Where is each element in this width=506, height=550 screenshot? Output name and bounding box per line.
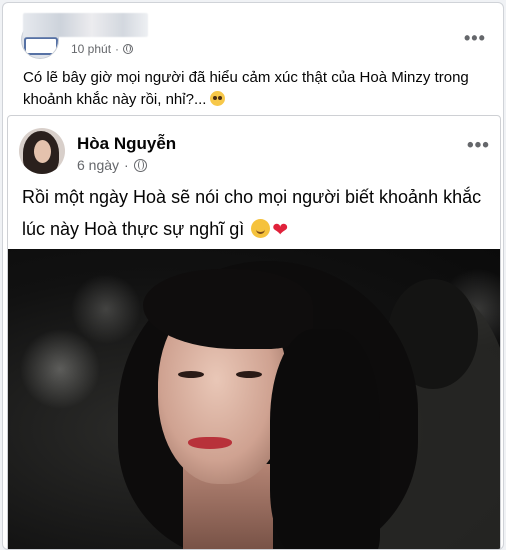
- photo-subject-lips: [188, 437, 232, 449]
- outer-post-caption: Có lẽ bây giờ mọi người đã hiểu cảm xúc …: [23, 69, 469, 108]
- outer-post-meta: 10 phút ·: [71, 42, 134, 56]
- pleading-face-emoji-icon: [210, 91, 226, 106]
- outer-post-card: 10 phút · ••• Có lẽ bây giờ mọi người đã…: [2, 2, 504, 550]
- outer-post-time[interactable]: 10 phút: [71, 42, 111, 56]
- post-photo[interactable]: [8, 249, 500, 549]
- photo-subject-hair-side: [270, 329, 380, 549]
- outer-post-text: Có lẽ bây giờ mọi người đã hiểu cảm xúc …: [23, 67, 483, 111]
- outer-more-options-button[interactable]: •••: [464, 29, 486, 47]
- shared-post-meta: 6 ngày ·: [77, 157, 147, 173]
- meta-separator: ·: [124, 157, 129, 173]
- photo-subject-eye-right: [236, 371, 262, 378]
- meta-separator: ·: [115, 42, 120, 56]
- shared-author-avatar[interactable]: [19, 128, 65, 174]
- shared-post-time[interactable]: 6 ngày: [77, 157, 119, 173]
- shared-author-name[interactable]: Hòa Nguyễn: [77, 134, 176, 154]
- shared-post-card[interactable]: Hòa Nguyễn 6 ngày · ••• Rồi một ngày Hoà…: [7, 115, 501, 549]
- shared-post-text: Rồi một ngày Hoà sẽ nói cho mọi người bi…: [22, 181, 492, 247]
- globe-icon: [123, 44, 134, 54]
- outer-author-name-redacted: [23, 13, 148, 37]
- smiling-face-emoji-icon: [251, 219, 271, 238]
- photo-subject-eye-left: [178, 371, 204, 378]
- globe-icon: [133, 158, 147, 172]
- shared-more-options-button[interactable]: •••: [467, 136, 490, 155]
- outer-post-header: 10 phút · •••: [3, 3, 503, 61]
- red-heart-emoji-icon: ❤: [272, 220, 289, 241]
